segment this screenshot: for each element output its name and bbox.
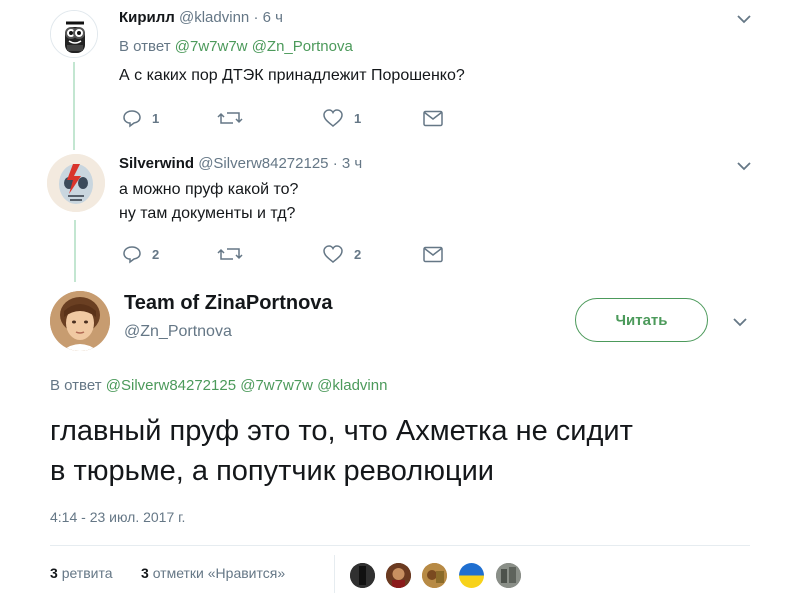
retweet-button[interactable] [217, 244, 243, 264]
liker-avatar[interactable] [350, 563, 375, 588]
mention-link[interactable]: @7w7w7w [175, 38, 248, 55]
reply-button[interactable]: 1 [122, 108, 159, 128]
dm-button[interactable] [423, 246, 443, 263]
thread-line [74, 220, 76, 282]
reply-icon [123, 110, 141, 128]
retweet-label: ретвита [61, 565, 113, 581]
like-button[interactable]: 1 [322, 108, 361, 128]
tweet-time[interactable]: · 3 ч [333, 155, 363, 172]
like-stat-label: отметки «Нравится» [152, 565, 286, 581]
main-author-handle[interactable]: @Zn_Portnova [124, 323, 232, 341]
reply-count: 1 [152, 110, 160, 126]
liker-avatar[interactable] [386, 563, 411, 588]
reply-button[interactable]: 2 [122, 244, 159, 264]
chevron-down-icon[interactable] [735, 157, 753, 175]
tweet-header: Silverwind @Silverw84272125 · 3 ч [119, 155, 362, 172]
reply-prefix: В ответ [50, 377, 102, 394]
author-name[interactable]: Silverwind [119, 155, 194, 172]
like-stat[interactable]: 3 отметки «Нравится» [141, 565, 285, 581]
retweet-stat[interactable]: 3 ретвита [50, 565, 113, 581]
mention-link[interactable]: @7w7w7w [240, 377, 313, 394]
reply-icon [123, 246, 141, 264]
tweet-header: Кирилл @kladvinn · 6 ч [119, 9, 283, 26]
dm-icon [423, 110, 443, 127]
tweet-text-line: а можно пруф какой то? [119, 181, 299, 198]
mention-link[interactable]: @Zn_Portnova [252, 38, 353, 55]
like-button[interactable]: 2 [322, 244, 361, 264]
dm-icon [423, 246, 443, 263]
tweet-text-line: ну там документы и тд? [119, 205, 296, 222]
main-author-name[interactable]: Team of ZinaPortnova [124, 292, 333, 315]
reply-to: В ответ @7w7w7w @Zn_Portnova [119, 38, 353, 55]
like-icon [323, 109, 343, 127]
liker-avatar[interactable] [496, 563, 521, 588]
avatar-kirill[interactable] [50, 10, 98, 58]
tweet-time[interactable]: · 6 ч [253, 9, 283, 26]
chevron-down-icon[interactable] [735, 10, 753, 28]
retweet-icon [217, 248, 243, 260]
liker-avatar[interactable] [459, 563, 484, 588]
retweet-icon [217, 112, 243, 124]
mention-link[interactable]: @kladvinn [317, 377, 387, 394]
avatar-zinaportnova[interactable] [50, 291, 110, 351]
like-icon [323, 245, 343, 263]
like-count: 1 [354, 110, 362, 126]
main-tweet-text-line: главный пруф это то, что Ахметка не сиди… [50, 415, 633, 447]
like-stat-count: 3 [141, 565, 149, 581]
tweet-timestamp[interactable]: 4:14 - 23 июл. 2017 г. [50, 509, 185, 525]
dm-button[interactable] [423, 110, 443, 127]
divider [50, 545, 750, 546]
liker-avatar[interactable] [422, 563, 447, 588]
reply-prefix: В ответ [119, 38, 171, 55]
reply-to: В ответ @Silverw84272125 @7w7w7w @kladvi… [50, 377, 387, 394]
thread-line [73, 62, 75, 150]
main-tweet-text-line: в тюрьме, а попутчик революции [50, 455, 494, 487]
retweet-count: 3 [50, 565, 58, 581]
follow-button[interactable]: Читать [575, 298, 708, 342]
stats-separator [334, 555, 335, 593]
like-count: 2 [354, 246, 362, 262]
reply-count: 2 [152, 246, 160, 262]
author-handle[interactable]: @kladvinn [179, 9, 249, 26]
author-handle[interactable]: @Silverw84272125 [198, 155, 328, 172]
mention-link[interactable]: @Silverw84272125 [106, 377, 236, 394]
avatar-silverwind[interactable] [47, 154, 105, 212]
retweet-button[interactable] [217, 108, 243, 128]
tweet-text: А с каких пор ДТЭК принадлежит Порошенко… [119, 67, 465, 84]
author-name[interactable]: Кирилл [119, 9, 175, 26]
chevron-down-icon[interactable] [731, 313, 749, 331]
